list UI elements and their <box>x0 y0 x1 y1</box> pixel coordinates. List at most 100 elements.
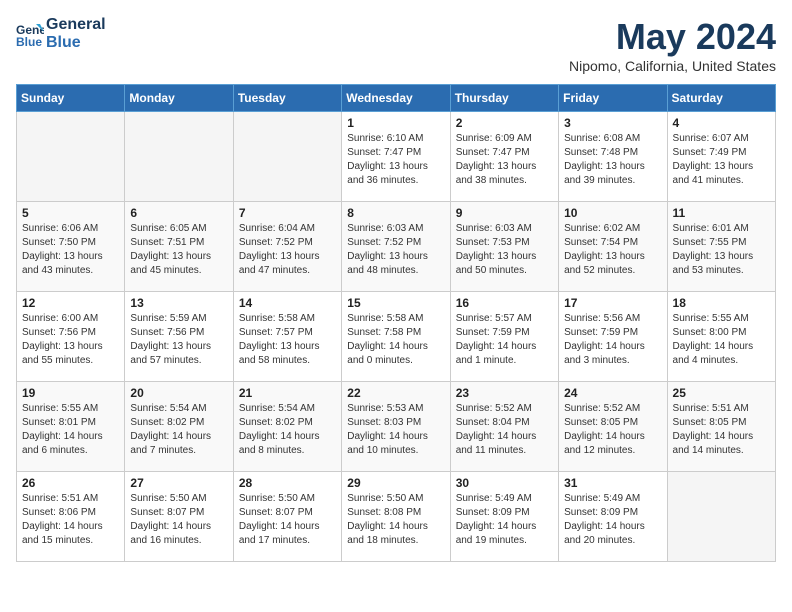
day-number: 1 <box>347 116 444 130</box>
day-number: 15 <box>347 296 444 310</box>
calendar-cell <box>667 472 775 562</box>
calendar-cell: 28Sunrise: 5:50 AM Sunset: 8:07 PM Dayli… <box>233 472 341 562</box>
location: Nipomo, California, United States <box>569 58 776 74</box>
day-info: Sunrise: 6:06 AM Sunset: 7:50 PM Dayligh… <box>22 222 119 278</box>
day-info: Sunrise: 5:54 AM Sunset: 8:02 PM Dayligh… <box>130 402 227 458</box>
calendar-body: 1 Sunrise: 6:10 AM Sunset: 7:47 PM Daylig… <box>17 112 776 562</box>
day-number: 28 <box>239 476 336 490</box>
day-info: Sunrise: 6:02 AM Sunset: 7:54 PM Dayligh… <box>564 222 661 278</box>
day-info: Sunrise: 6:03 AM Sunset: 7:53 PM Dayligh… <box>456 222 553 278</box>
weekday-header-tuesday: Tuesday <box>233 85 341 112</box>
day-info: Sunrise: 5:54 AM Sunset: 8:02 PM Dayligh… <box>239 402 336 458</box>
day-info: Sunrise: 6:10 AM Sunset: 7:47 PM Dayligh… <box>347 132 444 188</box>
calendar-week-3: 12 Sunrise: 6:00 AM Sunset: 7:56 PM Dayli… <box>17 292 776 382</box>
calendar-cell: 14 Sunrise: 5:58 AM Sunset: 7:57 PM Dayli… <box>233 292 341 382</box>
calendar-cell: 10Sunrise: 6:02 AM Sunset: 7:54 PM Dayli… <box>559 202 667 292</box>
day-number: 12 <box>22 296 119 310</box>
calendar-cell: 18 Sunrise: 5:55 AM Sunset: 8:00 PM Dayli… <box>667 292 775 382</box>
day-number: 22 <box>347 386 444 400</box>
day-info: Sunrise: 6:04 AM Sunset: 7:52 PM Dayligh… <box>239 222 336 278</box>
svg-text:Blue: Blue <box>16 35 42 48</box>
calendar-cell: 20Sunrise: 5:54 AM Sunset: 8:02 PM Dayli… <box>125 382 233 472</box>
calendar-cell: 31 Sunrise: 5:49 AM Sunset: 8:09 PM Dayli… <box>559 472 667 562</box>
month-title: May 2024 <box>569 16 776 58</box>
logo: General Blue General Blue <box>16 16 106 53</box>
calendar-cell <box>125 112 233 202</box>
calendar-cell: 17 Sunrise: 5:56 AM Sunset: 7:59 PM Dayli… <box>559 292 667 382</box>
day-number: 27 <box>130 476 227 490</box>
title-area: May 2024 Nipomo, California, United Stat… <box>569 16 776 74</box>
day-number: 17 <box>564 296 661 310</box>
calendar-cell <box>17 112 125 202</box>
weekday-header-friday: Friday <box>559 85 667 112</box>
calendar-cell: 5 Sunrise: 6:06 AM Sunset: 7:50 PM Daylig… <box>17 202 125 292</box>
day-info: Sunrise: 5:56 AM Sunset: 7:59 PM Dayligh… <box>564 312 661 368</box>
calendar-cell: 16Sunrise: 5:57 AM Sunset: 7:59 PM Dayli… <box>450 292 558 382</box>
day-number: 26 <box>22 476 119 490</box>
calendar-cell: 27 Sunrise: 5:50 AM Sunset: 8:07 PM Dayli… <box>125 472 233 562</box>
day-number: 4 <box>673 116 770 130</box>
day-info: Sunrise: 5:53 AM Sunset: 8:03 PM Dayligh… <box>347 402 444 458</box>
day-info: Sunrise: 6:01 AM Sunset: 7:55 PM Dayligh… <box>673 222 770 278</box>
day-info: Sunrise: 6:08 AM Sunset: 7:48 PM Dayligh… <box>564 132 661 188</box>
day-info: Sunrise: 5:55 AM Sunset: 8:01 PM Dayligh… <box>22 402 119 458</box>
day-info: Sunrise: 5:49 AM Sunset: 8:09 PM Dayligh… <box>456 492 553 548</box>
weekday-header-thursday: Thursday <box>450 85 558 112</box>
calendar-cell: 22 Sunrise: 5:53 AM Sunset: 8:03 PM Dayli… <box>342 382 450 472</box>
calendar-cell: 2 Sunrise: 6:09 AM Sunset: 7:47 PM Daylig… <box>450 112 558 202</box>
day-number: 29 <box>347 476 444 490</box>
calendar-cell: 19 Sunrise: 5:55 AM Sunset: 8:01 PM Dayli… <box>17 382 125 472</box>
day-info: Sunrise: 6:09 AM Sunset: 7:47 PM Dayligh… <box>456 132 553 188</box>
day-number: 30 <box>456 476 553 490</box>
day-number: 8 <box>347 206 444 220</box>
calendar-cell: 1 Sunrise: 6:10 AM Sunset: 7:47 PM Daylig… <box>342 112 450 202</box>
day-info: Sunrise: 6:07 AM Sunset: 7:49 PM Dayligh… <box>673 132 770 188</box>
day-number: 5 <box>22 206 119 220</box>
day-number: 6 <box>130 206 227 220</box>
calendar-header: SundayMondayTuesdayWednesdayThursdayFrid… <box>17 85 776 112</box>
calendar-cell: 4 Sunrise: 6:07 AM Sunset: 7:49 PM Daylig… <box>667 112 775 202</box>
calendar-table: SundayMondayTuesdayWednesdayThursdayFrid… <box>16 84 776 562</box>
day-number: 2 <box>456 116 553 130</box>
calendar-cell: 26 Sunrise: 5:51 AM Sunset: 8:06 PM Dayli… <box>17 472 125 562</box>
day-info: Sunrise: 5:52 AM Sunset: 8:04 PM Dayligh… <box>456 402 553 458</box>
calendar-cell: 9 Sunrise: 6:03 AM Sunset: 7:53 PM Daylig… <box>450 202 558 292</box>
day-info: Sunrise: 6:00 AM Sunset: 7:56 PM Dayligh… <box>22 312 119 368</box>
day-info: Sunrise: 5:51 AM Sunset: 8:05 PM Dayligh… <box>673 402 770 458</box>
day-number: 25 <box>673 386 770 400</box>
weekday-header-saturday: Saturday <box>667 85 775 112</box>
calendar-cell: 3 Sunrise: 6:08 AM Sunset: 7:48 PM Daylig… <box>559 112 667 202</box>
calendar-cell: 15Sunrise: 5:58 AM Sunset: 7:58 PM Dayli… <box>342 292 450 382</box>
logo-general: General <box>46 16 106 34</box>
day-number: 7 <box>239 206 336 220</box>
day-info: Sunrise: 5:51 AM Sunset: 8:06 PM Dayligh… <box>22 492 119 548</box>
day-info: Sunrise: 5:50 AM Sunset: 8:07 PM Dayligh… <box>130 492 227 548</box>
calendar-cell: 13Sunrise: 5:59 AM Sunset: 7:56 PM Dayli… <box>125 292 233 382</box>
day-info: Sunrise: 6:05 AM Sunset: 7:51 PM Dayligh… <box>130 222 227 278</box>
day-number: 23 <box>456 386 553 400</box>
day-number: 9 <box>456 206 553 220</box>
day-info: Sunrise: 5:49 AM Sunset: 8:09 PM Dayligh… <box>564 492 661 548</box>
day-number: 14 <box>239 296 336 310</box>
calendar-cell: 12 Sunrise: 6:00 AM Sunset: 7:56 PM Dayli… <box>17 292 125 382</box>
day-number: 31 <box>564 476 661 490</box>
calendar-cell: 25 Sunrise: 5:51 AM Sunset: 8:05 PM Dayli… <box>667 382 775 472</box>
day-info: Sunrise: 5:55 AM Sunset: 8:00 PM Dayligh… <box>673 312 770 368</box>
calendar-week-4: 19 Sunrise: 5:55 AM Sunset: 8:01 PM Dayli… <box>17 382 776 472</box>
day-number: 18 <box>673 296 770 310</box>
day-info: Sunrise: 5:58 AM Sunset: 7:57 PM Dayligh… <box>239 312 336 368</box>
weekday-header-row: SundayMondayTuesdayWednesdayThursdayFrid… <box>17 85 776 112</box>
calendar-cell: 7 Sunrise: 6:04 AM Sunset: 7:52 PM Daylig… <box>233 202 341 292</box>
calendar-cell <box>233 112 341 202</box>
day-number: 24 <box>564 386 661 400</box>
day-number: 11 <box>673 206 770 220</box>
day-number: 3 <box>564 116 661 130</box>
calendar-cell: 21 Sunrise: 5:54 AM Sunset: 8:02 PM Dayli… <box>233 382 341 472</box>
page-header: General Blue General Blue May 2024 Nipom… <box>16 16 776 74</box>
day-number: 19 <box>22 386 119 400</box>
weekday-header-wednesday: Wednesday <box>342 85 450 112</box>
day-number: 21 <box>239 386 336 400</box>
logo-icon: General Blue <box>16 20 44 48</box>
calendar-week-5: 26 Sunrise: 5:51 AM Sunset: 8:06 PM Dayli… <box>17 472 776 562</box>
calendar-cell: 30 Sunrise: 5:49 AM Sunset: 8:09 PM Dayli… <box>450 472 558 562</box>
